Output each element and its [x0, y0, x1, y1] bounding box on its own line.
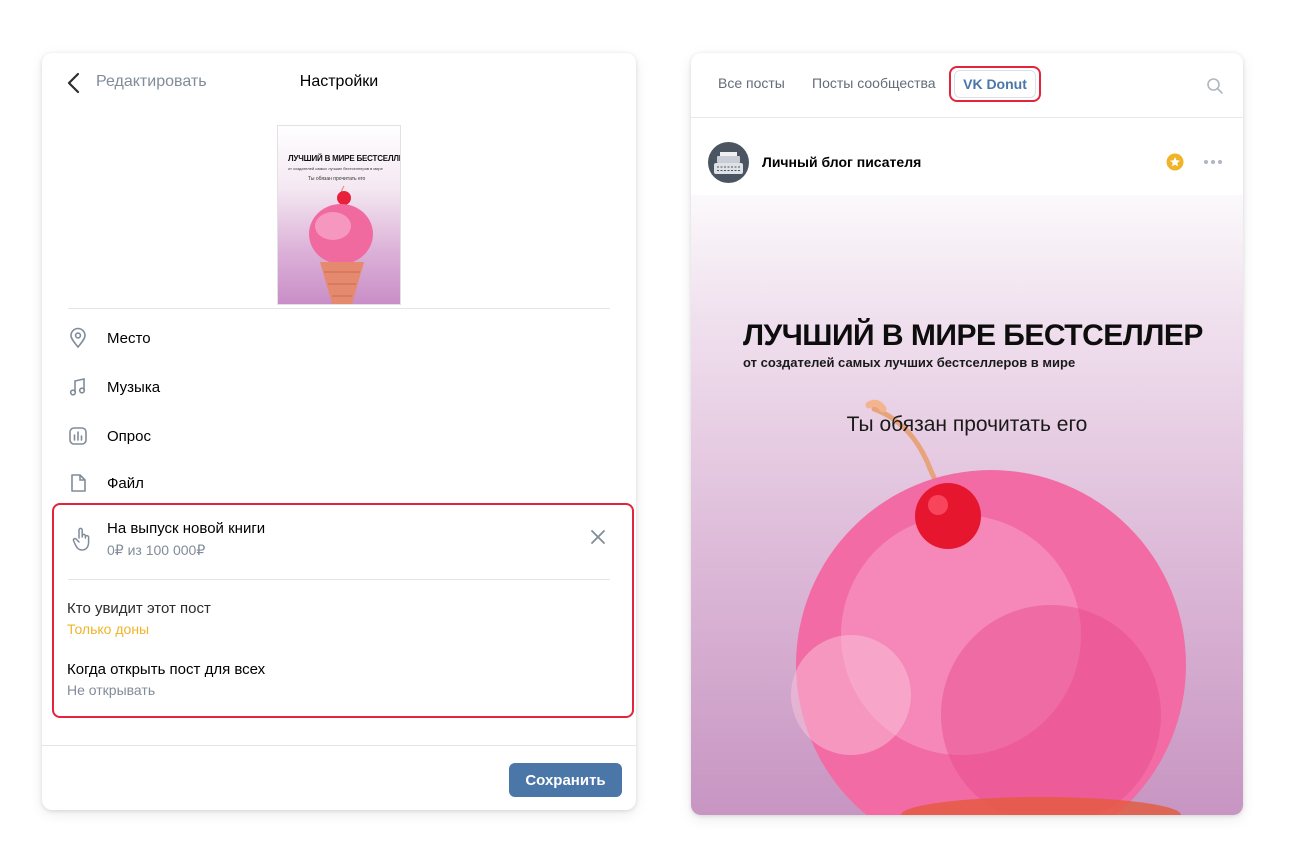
tab-all-posts[interactable]: Все посты [718, 75, 785, 91]
image-subtitle: от создателей самых лучших бестселлеров … [743, 355, 1076, 370]
menu-item-label: Файл [107, 474, 144, 492]
donut-star-icon [1166, 153, 1184, 171]
location-pin-icon [67, 327, 89, 349]
image-cta: Ты обязан прочитать его [846, 413, 1088, 436]
ice-cream-illustration [791, 399, 1186, 815]
post-author[interactable]: Личный блог писателя [762, 154, 921, 170]
post-header: Личный блог писателя [691, 117, 1243, 197]
open-time-label: Когда открыть пост для всех [67, 661, 266, 678]
menu-item-place[interactable]: Место [67, 323, 151, 353]
search-icon[interactable] [1206, 77, 1224, 95]
visibility-label: Кто увидит этот пост [67, 600, 211, 617]
page-title: Настройки [299, 73, 379, 90]
attached-image-thumbnail[interactable]: ЛУЧШИЙ В МИРЕ БЕСТСЕЛЛЕР от создателей с… [277, 125, 401, 305]
typewriter-icon [714, 152, 743, 174]
post-settings-panel: Редактировать Настройки ЛУЧШИЙ В МИРЕ БЕ… [42, 53, 636, 810]
ice-cream-illustration [309, 185, 373, 304]
menu-item-label: Опрос [107, 427, 151, 445]
community-wall-panel: Все посты Посты сообщества VK Donut Личн… [691, 53, 1243, 815]
menu-item-label: Место [107, 329, 151, 347]
tab-community-posts[interactable]: Посты сообщества [812, 75, 936, 91]
tab-vk-donut[interactable]: VK Donut [954, 70, 1036, 98]
visibility-option[interactable]: Кто увидит этот пост Только доны [67, 600, 211, 637]
open-time-value: Не открывать [67, 682, 156, 698]
donut-goal-progress: 0₽ из 100 000₽ [107, 542, 206, 558]
avatar[interactable] [708, 142, 749, 183]
more-options-icon[interactable] [1203, 156, 1223, 168]
wall-tabs: Все посты Посты сообщества VK Donut [691, 53, 1243, 117]
poll-icon [67, 425, 89, 447]
visibility-value: Только доны [67, 621, 150, 637]
footer-divider [42, 745, 636, 746]
close-icon[interactable] [588, 527, 608, 547]
menu-item-poll[interactable]: Опрос [67, 421, 151, 451]
menu-item-music[interactable]: Музыка [67, 372, 160, 402]
menu-item-file[interactable]: Файл [67, 468, 144, 498]
menu-item-label: Музыка [107, 378, 161, 396]
divider [68, 308, 610, 309]
donut-goal-item[interactable]: На выпуск новой книги 0₽ из 100 000₽ [70, 516, 610, 566]
hand-pointer-icon [72, 527, 90, 551]
settings-header: Редактировать Настройки [42, 53, 636, 113]
music-note-icon [67, 376, 89, 398]
open-time-option[interactable]: Когда открыть пост для всех Не открывать [67, 661, 265, 698]
file-icon [67, 472, 89, 494]
donut-goal-title: На выпуск новой книги [107, 520, 266, 537]
image-title: ЛУЧШИЙ В МИРЕ БЕСТСЕЛЛЕР [743, 319, 1203, 352]
save-button[interactable]: Сохранить [509, 763, 622, 797]
post-image[interactable]: ЛУЧШИЙ В МИРЕ БЕСТСЕЛЛЕР от создателей с… [691, 195, 1243, 815]
divider [68, 579, 610, 580]
